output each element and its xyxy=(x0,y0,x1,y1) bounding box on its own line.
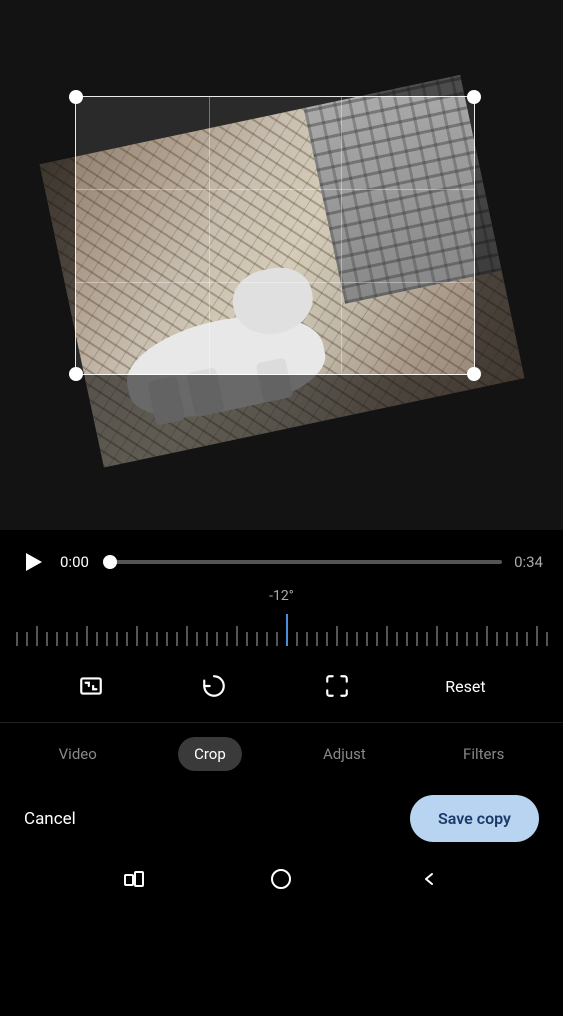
tab-crop[interactable]: Crop xyxy=(178,737,242,771)
progress-thumb[interactable] xyxy=(103,555,117,569)
end-time: 0:34 xyxy=(514,553,543,571)
rotate-button[interactable] xyxy=(192,664,236,708)
crop-toolbar: Reset xyxy=(0,646,563,723)
system-navigation-bar xyxy=(0,852,563,915)
cancel-button[interactable]: Cancel xyxy=(24,809,76,829)
video-timeline: 0:00 0:34 xyxy=(0,530,563,584)
image-preview-area xyxy=(0,0,563,530)
rotation-section: -12° xyxy=(0,584,563,646)
play-button[interactable] xyxy=(20,548,48,576)
expand-icon xyxy=(324,673,350,699)
rotation-value: -12° xyxy=(12,588,551,604)
tab-bar: Video Crop Adjust Filters xyxy=(0,723,563,781)
controls-panel: 0:00 0:34 -12° xyxy=(0,530,563,1016)
play-icon xyxy=(26,553,42,571)
current-time: 0:00 xyxy=(60,553,98,571)
aspect-ratio-icon xyxy=(78,673,104,699)
rotation-ruler[interactable] xyxy=(12,610,551,646)
back-nav-button[interactable] xyxy=(418,868,440,895)
expand-button[interactable] xyxy=(315,664,359,708)
video-progress-bar[interactable] xyxy=(110,560,502,564)
action-bar: Cancel Save copy xyxy=(0,781,563,852)
tab-filters[interactable]: Filters xyxy=(447,737,520,771)
recents-nav-button[interactable] xyxy=(123,868,145,895)
rotate-icon xyxy=(201,673,227,699)
tab-video[interactable]: Video xyxy=(43,737,113,771)
reset-button[interactable]: Reset xyxy=(437,673,493,700)
tab-adjust[interactable]: Adjust xyxy=(307,737,382,771)
save-copy-button[interactable]: Save copy xyxy=(410,795,539,842)
ruler-ticks xyxy=(12,610,551,646)
home-nav-button[interactable] xyxy=(270,868,292,895)
aspect-ratio-button[interactable] xyxy=(69,664,113,708)
